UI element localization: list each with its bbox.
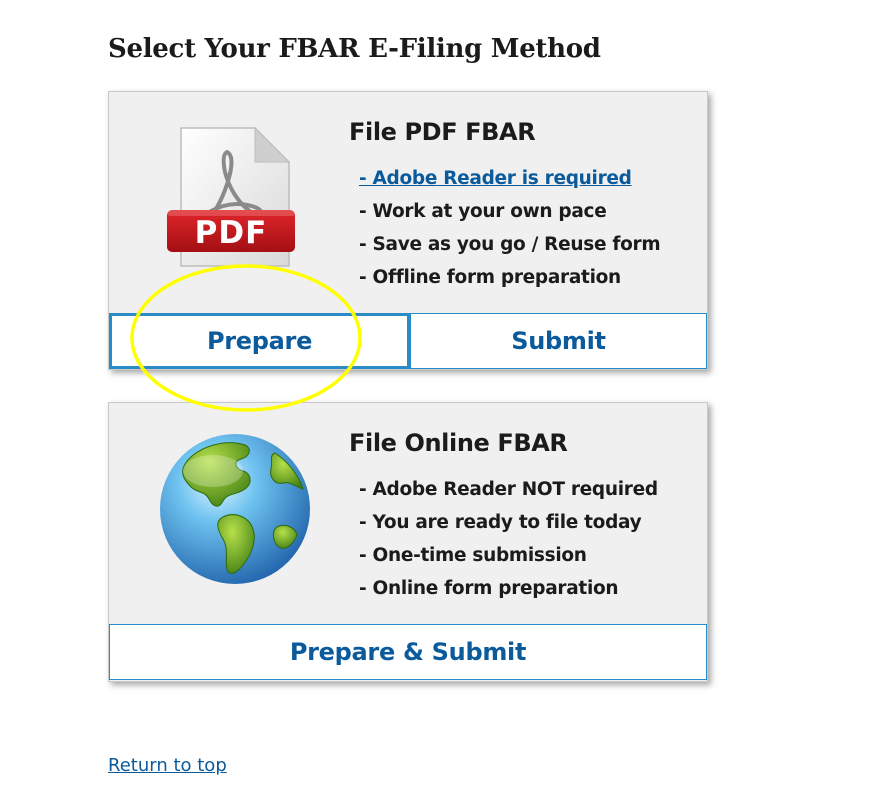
online-button-row: Prepare & Submit: [109, 624, 707, 680]
pdf-button-row: Prepare Submit: [109, 313, 707, 369]
adobe-reader-link[interactable]: - Adobe Reader is required: [359, 168, 632, 189]
return-to-top-link[interactable]: Return to top: [108, 755, 227, 776]
list-item: - Work at your own pace: [359, 201, 607, 222]
online-card-title: File Online FBAR: [349, 429, 568, 457]
submit-button[interactable]: Submit: [410, 313, 707, 369]
list-item: - Save as you go / Reuse form: [359, 234, 661, 255]
pdf-card-title: File PDF FBAR: [349, 118, 536, 146]
prepare-and-submit-button[interactable]: Prepare & Submit: [109, 624, 707, 680]
pdf-features-list: - Adobe Reader is required - Work at you…: [359, 162, 661, 294]
list-item[interactable]: - Adobe Reader is required: [359, 162, 660, 195]
online-fbar-card: File Online FBAR - Adobe Reader NOT requ…: [108, 402, 708, 682]
pdf-fbar-card: PDF File PDF FBAR - Adobe Reader is requ…: [108, 91, 708, 370]
online-features-list: - Adobe Reader NOT required - You are re…: [359, 473, 658, 605]
list-item: - Adobe Reader NOT required: [359, 479, 658, 500]
globe-icon: [160, 434, 310, 584]
list-item: - You are ready to file today: [359, 512, 642, 533]
list-item: - Offline form preparation: [359, 267, 621, 288]
list-item: - One-time submission: [359, 545, 587, 566]
page-title: Select Your FBAR E-Filing Method: [108, 34, 601, 64]
pdf-label: PDF: [194, 215, 268, 251]
prepare-button[interactable]: Prepare: [109, 313, 410, 369]
list-item: - Online form preparation: [359, 578, 619, 599]
